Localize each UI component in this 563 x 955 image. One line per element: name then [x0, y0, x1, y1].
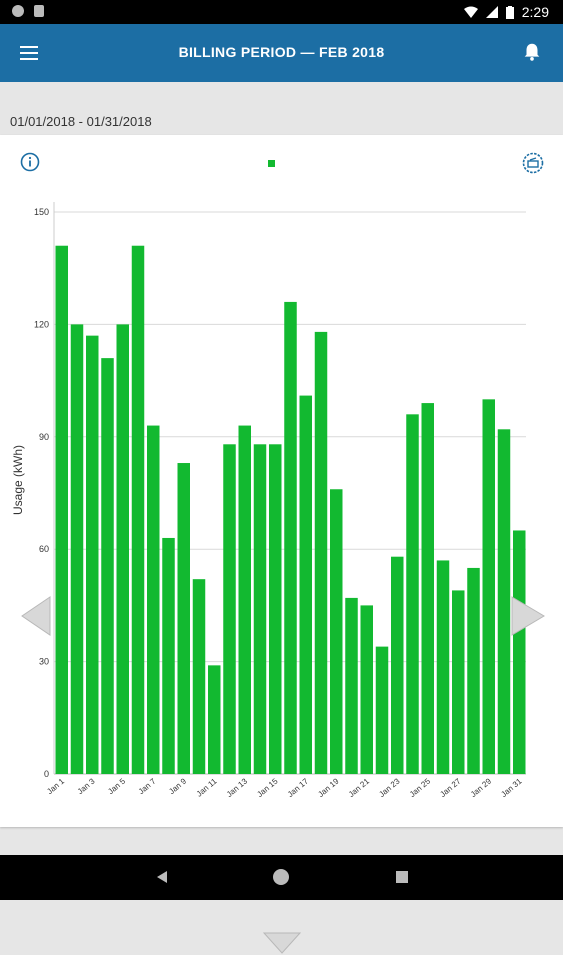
back-icon[interactable] [156, 870, 168, 884]
bar-jan-12[interactable] [223, 444, 236, 774]
x-tick-label: Jan 19 [316, 776, 341, 799]
x-tick-label: Jan 25 [408, 776, 433, 799]
battery-icon [505, 5, 514, 19]
x-tick-label: Jan 21 [347, 776, 372, 799]
bar-jan-10[interactable] [192, 579, 206, 774]
app-bar: BILLING PERIOD — FEB 2018 [0, 24, 563, 82]
sd-card-icon [34, 5, 44, 17]
y-axis-label: Usage (kWh) [11, 445, 25, 515]
x-tick-label: Jan 27 [438, 776, 463, 799]
home-icon[interactable] [273, 869, 289, 885]
bar-jan-23[interactable] [391, 556, 404, 774]
bar-jan-3[interactable] [86, 335, 99, 774]
bar-jan-9[interactable] [177, 463, 191, 774]
bar-jan-5[interactable] [116, 324, 130, 774]
x-tick-label: Jan 29 [469, 776, 494, 799]
wifi-icon [463, 6, 478, 18]
usage-bar-chart: 0 30 60 90 120 150 Jan 1 Jan 3 Jan 5 Jan 7 Jan 9 J… [11, 202, 526, 799]
bar-jan-1[interactable] [55, 245, 69, 775]
bar-jan-2[interactable] [70, 324, 84, 774]
bar-jan-27[interactable] [452, 590, 465, 774]
bar-jan-24[interactable] [406, 414, 419, 774]
x-tick-label: Jan 11 [195, 776, 219, 798]
status-time: 2:29 [521, 4, 549, 20]
y-tick-label: 60 [39, 544, 49, 554]
x-tick-label: Jan 31 [499, 776, 524, 799]
date-range: 01/01/2018 - 01/31/2018 [10, 114, 152, 129]
system-navigation-bar [0, 855, 563, 900]
status-bar: 2:29 [0, 0, 563, 24]
bar-jan-19[interactable] [330, 489, 343, 774]
x-tick-label: Jan 7 [137, 776, 158, 796]
y-tick-label: 150 [34, 207, 49, 217]
usage-chart-card: 0 30 60 90 120 150 Jan 1 Jan 3 Jan 5 Jan 7 Jan 9 J… [0, 135, 563, 954]
x-tick-label: Jan 1 [45, 776, 66, 796]
bar-jan-13[interactable] [238, 425, 252, 774]
x-axis: Jan 1 Jan 3 Jan 5 Jan 7 Jan 9 Jan 11 Jan 13 Jan… [45, 776, 524, 799]
y-tick-label: 0 [44, 769, 49, 779]
bar-jan-26[interactable] [436, 560, 450, 774]
bell-icon[interactable] [521, 41, 543, 63]
notification-icon [12, 5, 24, 17]
bar-jan-31[interactable] [513, 530, 526, 774]
bar-jan-11[interactable] [208, 665, 221, 774]
previous-period-arrow-icon[interactable] [20, 595, 52, 637]
bar-jan-25[interactable] [421, 403, 435, 774]
bar-jan-17[interactable] [299, 395, 313, 774]
x-tick-label: Jan 5 [106, 776, 127, 796]
bar-jan-6[interactable] [131, 245, 145, 775]
bar-jan-8[interactable] [162, 537, 175, 774]
bar-jan-20[interactable] [345, 597, 358, 774]
next-period-arrow-icon[interactable] [510, 595, 546, 637]
bar-jan-16[interactable] [284, 301, 297, 774]
page-title: BILLING PERIOD — FEB 2018 [178, 44, 385, 60]
bar-jan-7[interactable] [147, 425, 160, 774]
bar-jan-30[interactable] [497, 429, 511, 774]
y-tick-label: 30 [39, 657, 49, 667]
y-tick-label: 120 [34, 319, 49, 329]
x-tick-label: Jan 15 [255, 776, 280, 799]
x-tick-label: Jan 9 [167, 776, 188, 796]
y-tick-label: 90 [39, 432, 49, 442]
y-axis: 0 30 60 90 120 150 [34, 207, 49, 779]
signal-icon [485, 6, 498, 18]
bar-jan-14[interactable] [253, 444, 267, 774]
bar-jan-28[interactable] [467, 567, 480, 774]
x-tick-label: Jan 23 [377, 776, 402, 799]
bar-jan-15[interactable] [269, 444, 282, 774]
recent-apps-icon[interactable] [396, 871, 408, 883]
bar-jan-21[interactable] [360, 605, 374, 774]
bar-jan-29[interactable] [482, 399, 496, 774]
bar-jan-22[interactable] [375, 646, 389, 774]
x-tick-label: Jan 3 [76, 776, 97, 796]
bar-jan-4[interactable] [101, 358, 114, 774]
expand-down-arrow-icon[interactable] [262, 931, 302, 955]
bar-jan-18[interactable] [314, 331, 328, 774]
x-tick-label: Jan 13 [225, 776, 250, 799]
chart-bars [55, 245, 526, 775]
x-tick-label: Jan 17 [286, 776, 311, 799]
